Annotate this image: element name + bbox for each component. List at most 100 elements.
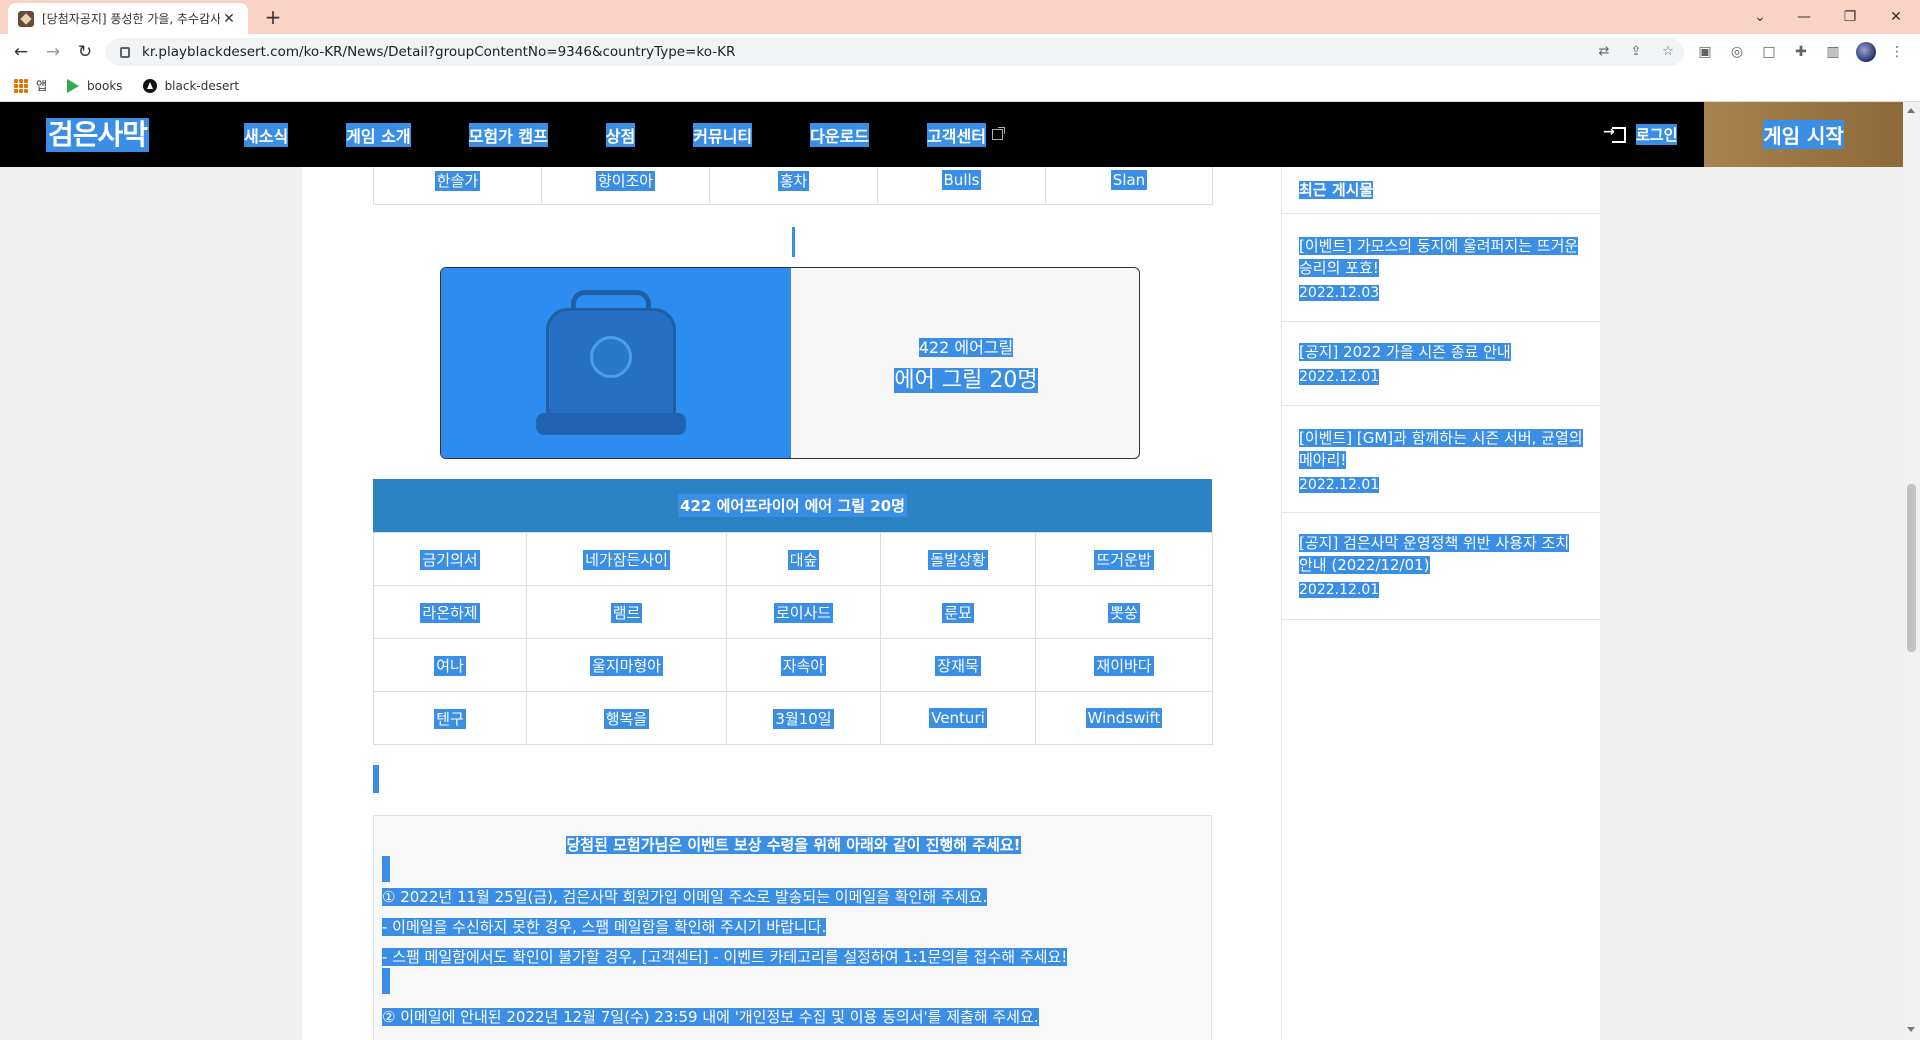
table-cell: 룬묘: [880, 585, 1036, 639]
side-panel-icon[interactable]: ▥: [1824, 43, 1842, 61]
url-text: kr.playblackdesert.com/ko-KR/News/Detail…: [142, 44, 736, 60]
nav-item-adventurer-camp[interactable]: 모험가 캠프: [468, 122, 548, 147]
login-button[interactable]: 로그인: [1603, 102, 1678, 167]
selection-mark: [792, 227, 795, 257]
profile-avatar[interactable]: [1856, 42, 1876, 62]
grill-dial: [590, 336, 632, 378]
extension-icon[interactable]: ▣: [1696, 43, 1714, 61]
bookmark-black-desert[interactable]: black-desert: [142, 78, 240, 93]
browser-toolbar: ← → ↻ kr.playblackdesert.com/ko-KR/News/…: [0, 34, 1920, 70]
table-cell: Bulls: [877, 167, 1046, 205]
reload-icon[interactable]: ↻: [72, 39, 98, 65]
winners-table-previous: 한솔가 향이조아 홍차 Bulls Slan: [373, 167, 1213, 205]
nav-label: 다운로드: [810, 122, 870, 147]
post-title: [공지] 2022 가을 시즌 종료 안내: [1299, 343, 1511, 361]
prize-card: 422 에어그릴 에어 그릴 20명: [440, 267, 1140, 459]
nav-item-shop[interactable]: 상점: [605, 122, 636, 147]
game-start-label: 게임 시작: [1763, 120, 1844, 149]
lock-icon: [120, 46, 130, 58]
nav-item-community[interactable]: 커뮤니티: [693, 122, 753, 147]
divider: [1282, 405, 1600, 406]
close-window-button[interactable]: ✕: [1876, 4, 1916, 30]
scroll-up-arrow-icon[interactable]: [1907, 108, 1915, 113]
address-bar[interactable]: kr.playblackdesert.com/ko-KR/News/Detail…: [106, 38, 1684, 66]
prize-text: 422 에어그릴 에어 그릴 20명: [791, 268, 1139, 458]
table-cell: 돌발상황: [880, 532, 1036, 586]
table-cell: Venturi: [880, 691, 1036, 745]
back-icon[interactable]: ←: [8, 39, 34, 65]
table-cell: 3월10일: [726, 691, 881, 745]
recent-post-item[interactable]: [공지] 2022 가을 시즌 종료 안내 2022.12.01: [1299, 341, 1584, 385]
selection-mark: [382, 856, 390, 882]
apps-grid-icon: [14, 78, 28, 93]
notice-line: ② 이메일에 안내된 2022년 12월 7일(수) 23:59 내에 '개인정…: [382, 1008, 1039, 1026]
restore-button[interactable]: ❐: [1830, 4, 1870, 30]
bookmark-label: black-desert: [164, 78, 240, 93]
black-desert-icon: [142, 78, 157, 93]
post-date: 2022.12.01: [1299, 477, 1380, 493]
table-cell: 재이바다: [1035, 638, 1213, 692]
tab-title: [당첨자공지] 풍성한 가을, 추수감사: [42, 12, 220, 26]
nav-label: 모험가 캠프: [468, 122, 548, 147]
table-cell: 울지마형아: [526, 638, 727, 692]
sidebar-divider: [1281, 167, 1282, 1040]
site-logo[interactable]: 검은사막: [46, 118, 150, 152]
winners-table-title: 422 에어프라이어 에어 그릴 20명: [678, 494, 907, 517]
post-date: 2022.12.01: [1299, 369, 1380, 385]
air-grill-image: [441, 268, 791, 458]
minimize-button[interactable]: —: [1784, 4, 1824, 30]
browser-tab-strip: [당첨자공지] 풍성한 가을, 추수감사 ✕ + ⌄ — ❐ ✕: [0, 0, 1920, 34]
recent-post-item[interactable]: [공지] 검은사막 운영정책 위반 사용자 조치 안내 (2022/12/01)…: [1299, 532, 1584, 598]
prize-title: 에어 그릴 20명: [894, 368, 1038, 393]
game-start-button[interactable]: 게임 시작: [1704, 102, 1903, 167]
table-cell: Windswift: [1035, 691, 1213, 745]
divider: [1282, 512, 1600, 513]
extension-blank-icon[interactable]: □: [1760, 43, 1778, 61]
scroll-down-arrow-icon[interactable]: [1907, 1027, 1915, 1032]
nav-item-news[interactable]: 새소식: [244, 122, 289, 147]
post-title: [이벤트] 가모스의 둥지에 울려퍼지는 뜨거운 승리의 포효!: [1299, 237, 1579, 277]
selection-mark: [382, 968, 390, 994]
new-tab-button[interactable]: +: [260, 5, 286, 31]
tab-search-icon[interactable]: ⌄: [1740, 4, 1780, 30]
puzzle-icon[interactable]: ✚: [1792, 43, 1810, 61]
forward-icon[interactable]: →: [40, 39, 66, 65]
login-label: 로그인: [1636, 124, 1678, 145]
browser-tab[interactable]: [당첨자공지] 풍성한 가을, 추수감사 ✕: [8, 3, 248, 34]
menu-dots-icon[interactable]: ⋮: [1888, 43, 1906, 61]
notice-line: - 스팸 메일함에서도 확인이 불가할 경우, [고객센터] - 이벤트 카테고…: [382, 948, 1068, 966]
bookmark-books[interactable]: books: [67, 78, 123, 93]
nav-item-game-intro[interactable]: 게임 소개: [346, 122, 411, 147]
grammar-extension-icon[interactable]: ◎: [1728, 43, 1746, 61]
notice-line: - 이메일을 수신하지 못한 경우, 스팸 메일함을 확인해 주시기 바랍니다.: [382, 918, 827, 936]
recent-post-item[interactable]: [이벤트] 가모스의 둥지에 울려퍼지는 뜨거운 승리의 포효! 2022.12…: [1299, 235, 1584, 301]
scrollbar-thumb[interactable]: [1907, 484, 1916, 652]
translate-icon[interactable]: ⇄: [1596, 44, 1612, 60]
nav-label: 커뮤니티: [693, 122, 753, 147]
table-cell: 금기의서: [373, 532, 527, 586]
share-icon[interactable]: ⇪: [1628, 44, 1644, 60]
notice-box: 당첨된 모험가님은 이벤트 보상 수령을 위해 아래와 같이 진행해 주세요! …: [373, 815, 1212, 1040]
page-scrollbar[interactable]: [1903, 102, 1920, 1040]
table-row: 금기의서 네가잠든사이 대숲 돌발상황 뜨거운밥: [373, 532, 1213, 586]
sidebar-title: 최근 게시물: [1299, 181, 1374, 199]
nav-label: 상점: [605, 122, 636, 147]
table-cell: 여나: [373, 638, 527, 692]
table-row: 텐구 행복을 3월10일 Venturi Windswift: [373, 691, 1213, 745]
bookmark-apps[interactable]: 앱: [14, 77, 47, 94]
nav-item-support[interactable]: 고객센터: [927, 122, 1005, 147]
table-row: 여나 울지마형아 자속아 장재묵 재이바다: [373, 638, 1213, 692]
winners-table-header: 422 에어프라이어 에어 그릴 20명: [373, 479, 1212, 532]
divider: [1282, 213, 1600, 214]
table-cell: 홍차: [709, 167, 878, 205]
notice-title: 당첨된 모험가님은 이벤트 보상 수령을 위해 아래와 같이 진행해 주세요!: [566, 836, 1021, 854]
nav-label: 게임 소개: [346, 122, 411, 147]
table-cell: 자속아: [726, 638, 881, 692]
close-tab-icon[interactable]: ✕: [220, 10, 238, 28]
bookmark-star-icon[interactable]: ☆: [1660, 44, 1676, 60]
main-nav: 새소식 게임 소개 모험가 캠프 상점 커뮤니티 다운로드 고객센터: [244, 102, 1061, 167]
nav-item-download[interactable]: 다운로드: [810, 122, 870, 147]
site-header: 검은사막 새소식 게임 소개 모험가 캠프 상점 커뮤니티 다운로드 고객센터 …: [0, 102, 1903, 167]
recent-post-item[interactable]: [이벤트] [GM]과 함께하는 시즌 서버, 균열의 메아리! 2022.12…: [1299, 427, 1584, 493]
table-cell: 한솔가: [373, 167, 542, 205]
